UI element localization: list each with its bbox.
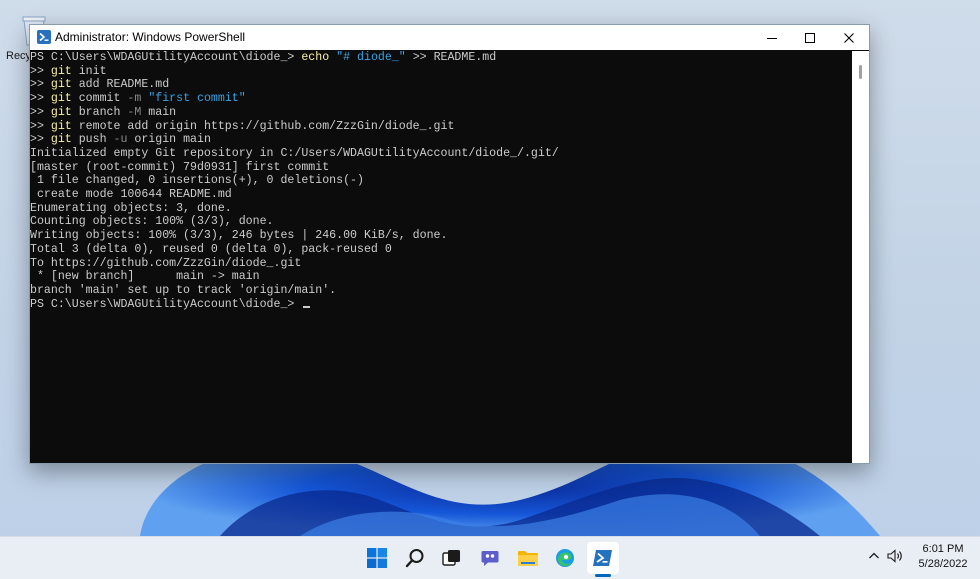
show-hidden-icons-button[interactable] — [868, 549, 880, 567]
console-text-segment: Writing objects: 100% (3/3), 246 bytes |… — [30, 229, 448, 243]
console-text-segment: push — [71, 133, 114, 147]
console-text-segment: >> — [30, 119, 51, 133]
console-text-segment: PS C:\Users\WDAGUtilityAccount\diode_> — [30, 297, 302, 311]
console-line: PS C:\Users\WDAGUtilityAccount\diode_> — [30, 297, 311, 311]
console-text-segment: "first commit" — [148, 92, 246, 106]
console-line: [master (root-commit) 79d0931] first com… — [30, 161, 329, 174]
maximize-icon — [805, 32, 815, 43]
edge-icon — [556, 549, 574, 567]
edge-button[interactable] — [549, 542, 581, 574]
console-text-segment: Counting objects: 100% (3/3), done. — [30, 215, 274, 229]
console-text-segment: echo — [301, 51, 330, 64]
console-text-segment: commit — [71, 92, 128, 106]
powershell-button[interactable] — [587, 542, 619, 574]
console-line: 1 file changed, 0 insertions(+), 0 delet… — [30, 174, 364, 187]
console-text-segment: branch — [71, 105, 128, 119]
console-text-segment: Enumerating objects: 3, done. — [30, 201, 232, 215]
close-button[interactable] — [830, 25, 868, 50]
console-text-segment: >> — [30, 133, 51, 147]
console-line: PS C:\Users\WDAGUtilityAccount\diode_> e… — [30, 51, 496, 64]
teams-chat-icon — [481, 551, 499, 566]
console-text-segment: 1 file changed, 0 insertions(+), 0 delet… — [30, 174, 364, 188]
window-titlebar[interactable]: Administrator: Windows PowerShell — [30, 25, 869, 50]
powershell-icon — [593, 550, 612, 566]
clock-date: 5/28/2022 — [918, 558, 968, 570]
close-icon — [844, 32, 854, 43]
console-text-segment: git — [50, 92, 72, 106]
console-output[interactable]: PS C:\Users\WDAGUtilityAccount\diode_> e… — [30, 51, 852, 463]
volume-button[interactable] — [887, 549, 903, 568]
console-text-segment: To https://github.com/ZzzGin/diode_.git — [30, 256, 302, 270]
console-text-segment: origin main — [127, 133, 211, 147]
console-text-segment: git — [50, 133, 72, 147]
console-text-segment: branch 'main' set up to track 'origin/ma… — [30, 283, 337, 297]
minimize-button[interactable] — [753, 25, 791, 50]
console-line: >> git commit -m "first commit" — [30, 92, 246, 105]
console-text-segment: Initialized empty Git repository in C:/U… — [30, 146, 559, 160]
file-explorer-button[interactable] — [512, 542, 544, 574]
console-text-segment: "# diode_" — [336, 51, 406, 64]
task-view-icon — [442, 550, 460, 566]
console-line: Total 3 (delta 0), reused 0 (delta 0), p… — [30, 243, 392, 256]
console-text-segment: [master (root-commit) 79d0931] first com… — [30, 160, 330, 174]
console-line: Counting objects: 100% (3/3), done. — [30, 215, 274, 228]
console-text-segment: >> — [30, 92, 51, 106]
console-text-segment: main — [141, 105, 177, 119]
clock-time: 6:01 PM — [922, 543, 964, 555]
console-text-segment: init — [71, 64, 107, 78]
console-text-segment: PS C:\Users\WDAGUtilityAccount\diode_> — [30, 51, 302, 64]
active-app-indicator — [595, 574, 611, 577]
console-text-segment: git — [50, 64, 72, 78]
maximize-button[interactable] — [791, 25, 829, 50]
task-view-button[interactable] — [436, 542, 468, 574]
console-text-segment: git — [50, 78, 72, 92]
system-clock[interactable]: 6:01 PM 5/28/2022 — [906, 542, 980, 572]
console-text-segment: -M — [127, 105, 142, 119]
chevron-up-icon — [869, 552, 879, 559]
console-line: create mode 100644 README.md — [30, 188, 232, 201]
powershell-icon — [37, 30, 51, 44]
folder-icon — [518, 551, 538, 566]
powershell-window: Administrator: Windows PowerShell PS C:\… — [29, 24, 870, 464]
console-line: >> git add README.md — [30, 78, 169, 91]
console-line: * [new branch] main -> main — [30, 270, 260, 283]
speaker-icon — [887, 549, 902, 563]
scrollbar-thumb[interactable] — [859, 65, 862, 79]
text-cursor — [303, 305, 311, 308]
console-line: >> git init — [30, 65, 107, 78]
console-line: Enumerating objects: 3, done. — [30, 202, 232, 215]
search-icon — [405, 549, 424, 568]
windows-logo-icon — [367, 548, 387, 568]
taskbar: 6:01 PM 5/28/2022 — [0, 536, 980, 579]
console-line: Writing objects: 100% (3/3), 246 bytes |… — [30, 229, 447, 242]
console-text-segment: * [new branch] main -> main — [30, 270, 260, 284]
console-text-segment: -u — [113, 133, 128, 147]
console-line: >> git push -u origin main — [30, 133, 211, 146]
console-text-segment: git — [50, 105, 72, 119]
console-line: Initialized empty Git repository in C:/U… — [30, 147, 559, 160]
start-button[interactable] — [361, 542, 393, 574]
console-text-segment: Total 3 (delta 0), reused 0 (delta 0), p… — [30, 242, 392, 256]
chat-button[interactable] — [474, 542, 506, 574]
console-line: To https://github.com/ZzzGin/diode_.git — [30, 257, 301, 270]
minimize-icon — [767, 37, 777, 39]
window-title: Administrator: Windows PowerShell — [55, 30, 246, 44]
console-text-segment: add README.md — [71, 78, 170, 92]
console-text-segment: >> — [30, 78, 51, 92]
console-line: >> git remote add origin https://github.… — [30, 120, 454, 133]
console-text-segment: >> README.md — [405, 51, 497, 64]
console-text-segment: >> — [30, 105, 51, 119]
search-button[interactable] — [399, 542, 431, 574]
console-text-segment: create mode 100644 README.md — [30, 188, 232, 201]
console-text-segment: -m — [127, 92, 142, 106]
console-text-segment: >> — [30, 64, 51, 78]
console-line: >> git branch -M main — [30, 106, 176, 119]
console-line: branch 'main' set up to track 'origin/ma… — [30, 284, 336, 297]
vertical-scrollbar[interactable] — [852, 51, 869, 463]
console-text-segment: git — [50, 119, 72, 133]
console-text-segment: remote add origin https://github.com/Zzz… — [71, 119, 455, 133]
